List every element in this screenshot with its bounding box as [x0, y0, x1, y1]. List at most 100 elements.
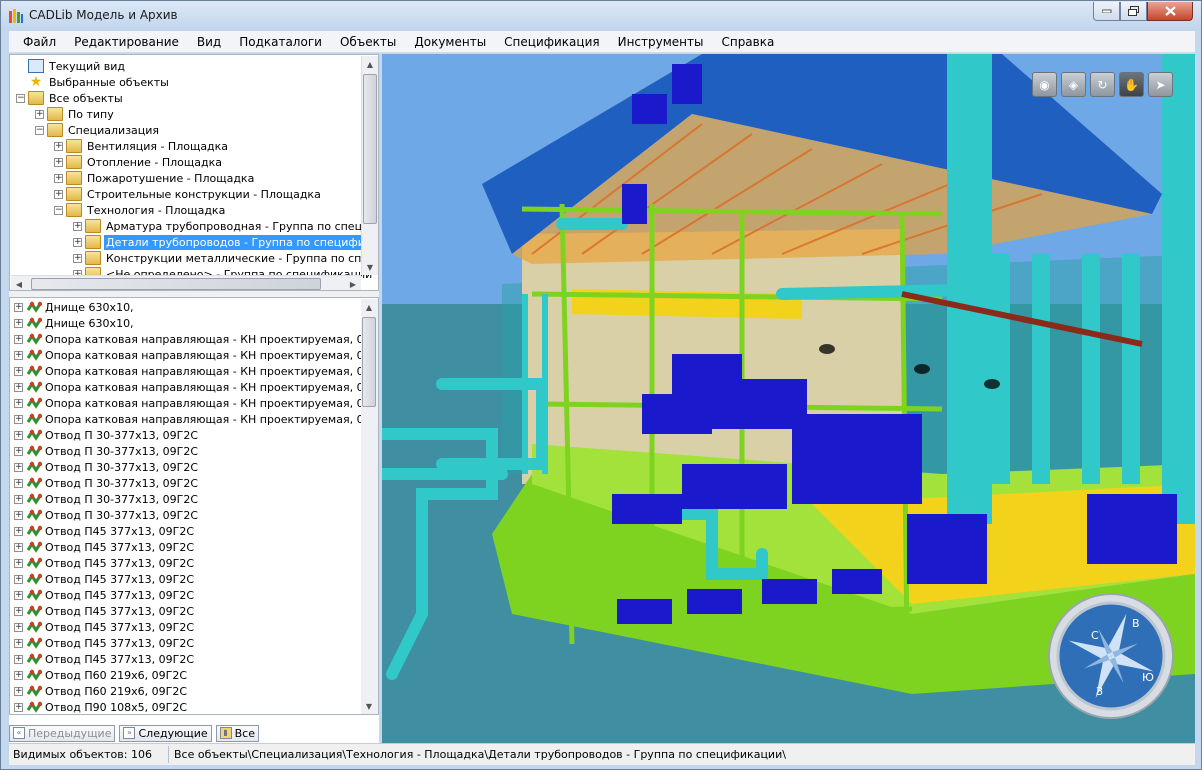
menu-specification[interactable]: Спецификация	[495, 31, 608, 53]
expand-icon[interactable]: +	[14, 638, 23, 648]
expand-icon[interactable]: +	[14, 318, 23, 328]
list-vertical-scrollbar[interactable]: ▲ ▼	[361, 299, 378, 714]
tree-node[interactable]: − Специализация	[35, 122, 161, 138]
scroll-up-arrow-icon[interactable]: ▲	[361, 299, 377, 315]
list-item[interactable]: + Отвод П45 377x13, 09Г2С	[14, 571, 194, 587]
expand-icon[interactable]: +	[54, 173, 63, 183]
list-item[interactable]: + Отвод П45 377x13, 09Г2С	[14, 523, 194, 539]
menu-file[interactable]: Файл	[9, 31, 65, 53]
scroll-right-arrow-icon[interactable]: ▶	[345, 276, 361, 290]
menu-edit[interactable]: Редактирование	[65, 31, 188, 53]
expand-icon[interactable]: +	[14, 670, 23, 680]
tree-node[interactable]: + Конструкции металлические - Группа по с…	[73, 250, 378, 266]
hand-pan-icon[interactable]: ✋	[1119, 72, 1144, 97]
list-item[interactable]: + Отвод П 30-377x13, 09Г2С	[14, 459, 198, 475]
expand-icon[interactable]: +	[14, 574, 23, 584]
expand-icon[interactable]: +	[14, 478, 23, 488]
expand-icon[interactable]: +	[14, 558, 23, 568]
fly-icon[interactable]: ➤	[1148, 72, 1173, 97]
list-item[interactable]: + Отвод П 30-377x13, 09Г2С	[14, 427, 198, 443]
tree-node[interactable]: + Строительные конструкции - Площадка	[54, 186, 323, 202]
expand-icon[interactable]: +	[14, 510, 23, 520]
expand-icon[interactable]: +	[14, 606, 23, 616]
expand-icon[interactable]: +	[14, 526, 23, 536]
collapse-icon[interactable]: −	[54, 205, 63, 215]
menu-subcatalogs[interactable]: Подкаталоги	[230, 31, 331, 53]
expand-icon[interactable]: +	[14, 414, 23, 424]
menu-help[interactable]: Справка	[712, 31, 783, 53]
expand-icon[interactable]: +	[14, 462, 23, 472]
scroll-left-arrow-icon[interactable]: ◀	[11, 276, 27, 290]
list-item[interactable]: + Отвод П90 108x5, 09Г2С	[14, 699, 187, 714]
tree-node[interactable]: + Пожаротушение - Площадка	[54, 170, 256, 186]
list-item[interactable]: + Отвод П 30-377x13, 09Г2С	[14, 475, 198, 491]
expand-icon[interactable]: +	[54, 157, 63, 167]
expand-icon[interactable]: +	[14, 590, 23, 600]
expand-icon[interactable]: +	[14, 398, 23, 408]
scroll-up-arrow-icon[interactable]: ▲	[362, 56, 378, 72]
list-item[interactable]: + Опора катковая направляющая - КН проект…	[14, 379, 378, 395]
expand-icon[interactable]: +	[14, 334, 23, 344]
expand-icon[interactable]: +	[14, 654, 23, 664]
tree-vertical-scrollbar[interactable]: ▲ ▼	[361, 56, 378, 275]
title-bar[interactable]: CADLib Модель и Архив	[1, 1, 1201, 31]
expand-icon[interactable]: +	[14, 366, 23, 376]
list-item[interactable]: + Отвод П60 219x6, 09Г2С	[14, 683, 187, 699]
tree-node[interactable]: + Вентиляция - Площадка	[54, 138, 230, 154]
list-item[interactable]: + Отвод П45 377x13, 09Г2С	[14, 619, 194, 635]
tree-node[interactable]: + Детали трубопроводов - Группа по специф…	[73, 234, 378, 250]
list-item[interactable]: + Отвод П45 377x13, 09Г2С	[14, 651, 194, 667]
list-item[interactable]: + Днище 630x10,	[14, 315, 134, 331]
previous-button[interactable]: «Передыдущие	[9, 724, 116, 742]
scroll-down-arrow-icon[interactable]: ▼	[361, 698, 377, 714]
tree-node[interactable]: − Все объекты	[16, 90, 125, 106]
list-item[interactable]: + Опора катковая направляющая - КН проект…	[14, 331, 378, 347]
collapse-icon[interactable]: −	[35, 125, 44, 135]
menu-documents[interactable]: Документы	[405, 31, 495, 53]
list-item[interactable]: + Днище 630x10,	[14, 299, 134, 315]
tree-node[interactable]: − Технология - Площадка	[54, 202, 227, 218]
expand-icon[interactable]: +	[54, 189, 63, 199]
expand-icon[interactable]: +	[73, 253, 82, 263]
expand-icon[interactable]: +	[14, 350, 23, 360]
expand-icon[interactable]: +	[14, 302, 23, 312]
list-item[interactable]: + Отвод П45 377x13, 09Г2С	[14, 587, 194, 603]
compass-icon[interactable]: С В Ю З	[1046, 591, 1176, 721]
list-item[interactable]: + Опора катковая направляющая - КН проект…	[14, 347, 378, 363]
list-item[interactable]: + Отвод П 30-377x13, 09Г2С	[14, 443, 198, 459]
list-item[interactable]: + Опора катковая направляющая - КН проект…	[14, 395, 378, 411]
expand-icon[interactable]: +	[14, 446, 23, 456]
tree-horizontal-scrollbar[interactable]: ◀ ▶	[11, 275, 361, 290]
cube-view-icon[interactable]: ◈	[1061, 72, 1086, 97]
close-button[interactable]	[1147, 2, 1193, 21]
scroll-thumb[interactable]	[362, 317, 376, 407]
all-button[interactable]: ▮ Все	[215, 724, 259, 742]
expand-icon[interactable]: +	[14, 430, 23, 440]
list-item[interactable]: + Отвод П45 377x13, 09Г2С	[14, 539, 194, 555]
expand-icon[interactable]: +	[54, 141, 63, 151]
list-item[interactable]: + Опора катковая направляющая - КН проект…	[14, 363, 378, 379]
list-item[interactable]: + Опора катковая направляющая - КН проект…	[14, 411, 378, 427]
list-item[interactable]: + Отвод П60 219x6, 09Г2С	[14, 667, 187, 683]
scroll-thumb[interactable]	[31, 278, 321, 290]
expand-icon[interactable]: +	[14, 686, 23, 696]
expand-icon[interactable]: +	[14, 622, 23, 632]
list-item[interactable]: + Отвод П45 377x13, 09Г2С	[14, 555, 194, 571]
expand-icon[interactable]: +	[73, 237, 82, 247]
eye-icon[interactable]: ◉	[1032, 72, 1057, 97]
tree-node[interactable]: + Арматура трубопроводная - Группа по спе…	[73, 218, 378, 234]
expand-icon[interactable]: +	[35, 109, 44, 119]
list-item[interactable]: + Отвод П45 377x13, 09Г2С	[14, 635, 194, 651]
3d-viewport[interactable]: ◉ ◈ ↻ ✋ ➤ С В Ю З	[382, 54, 1195, 743]
expand-icon[interactable]: +	[14, 542, 23, 552]
list-item[interactable]: + Отвод П 30-377x13, 09Г2С	[14, 507, 198, 523]
next-button[interactable]: » Следующие	[119, 724, 212, 742]
list-item[interactable]: + Отвод П45 377x13, 09Г2С	[14, 603, 194, 619]
expand-icon[interactable]: +	[73, 221, 82, 231]
tree-node[interactable]: ★ Выбранные объекты	[16, 74, 171, 90]
minimize-button[interactable]	[1093, 2, 1120, 21]
tree-node[interactable]: + По типу	[35, 106, 116, 122]
collapse-icon[interactable]: −	[16, 93, 25, 103]
scroll-down-arrow-icon[interactable]: ▼	[362, 259, 378, 275]
expand-icon[interactable]: +	[14, 702, 23, 712]
